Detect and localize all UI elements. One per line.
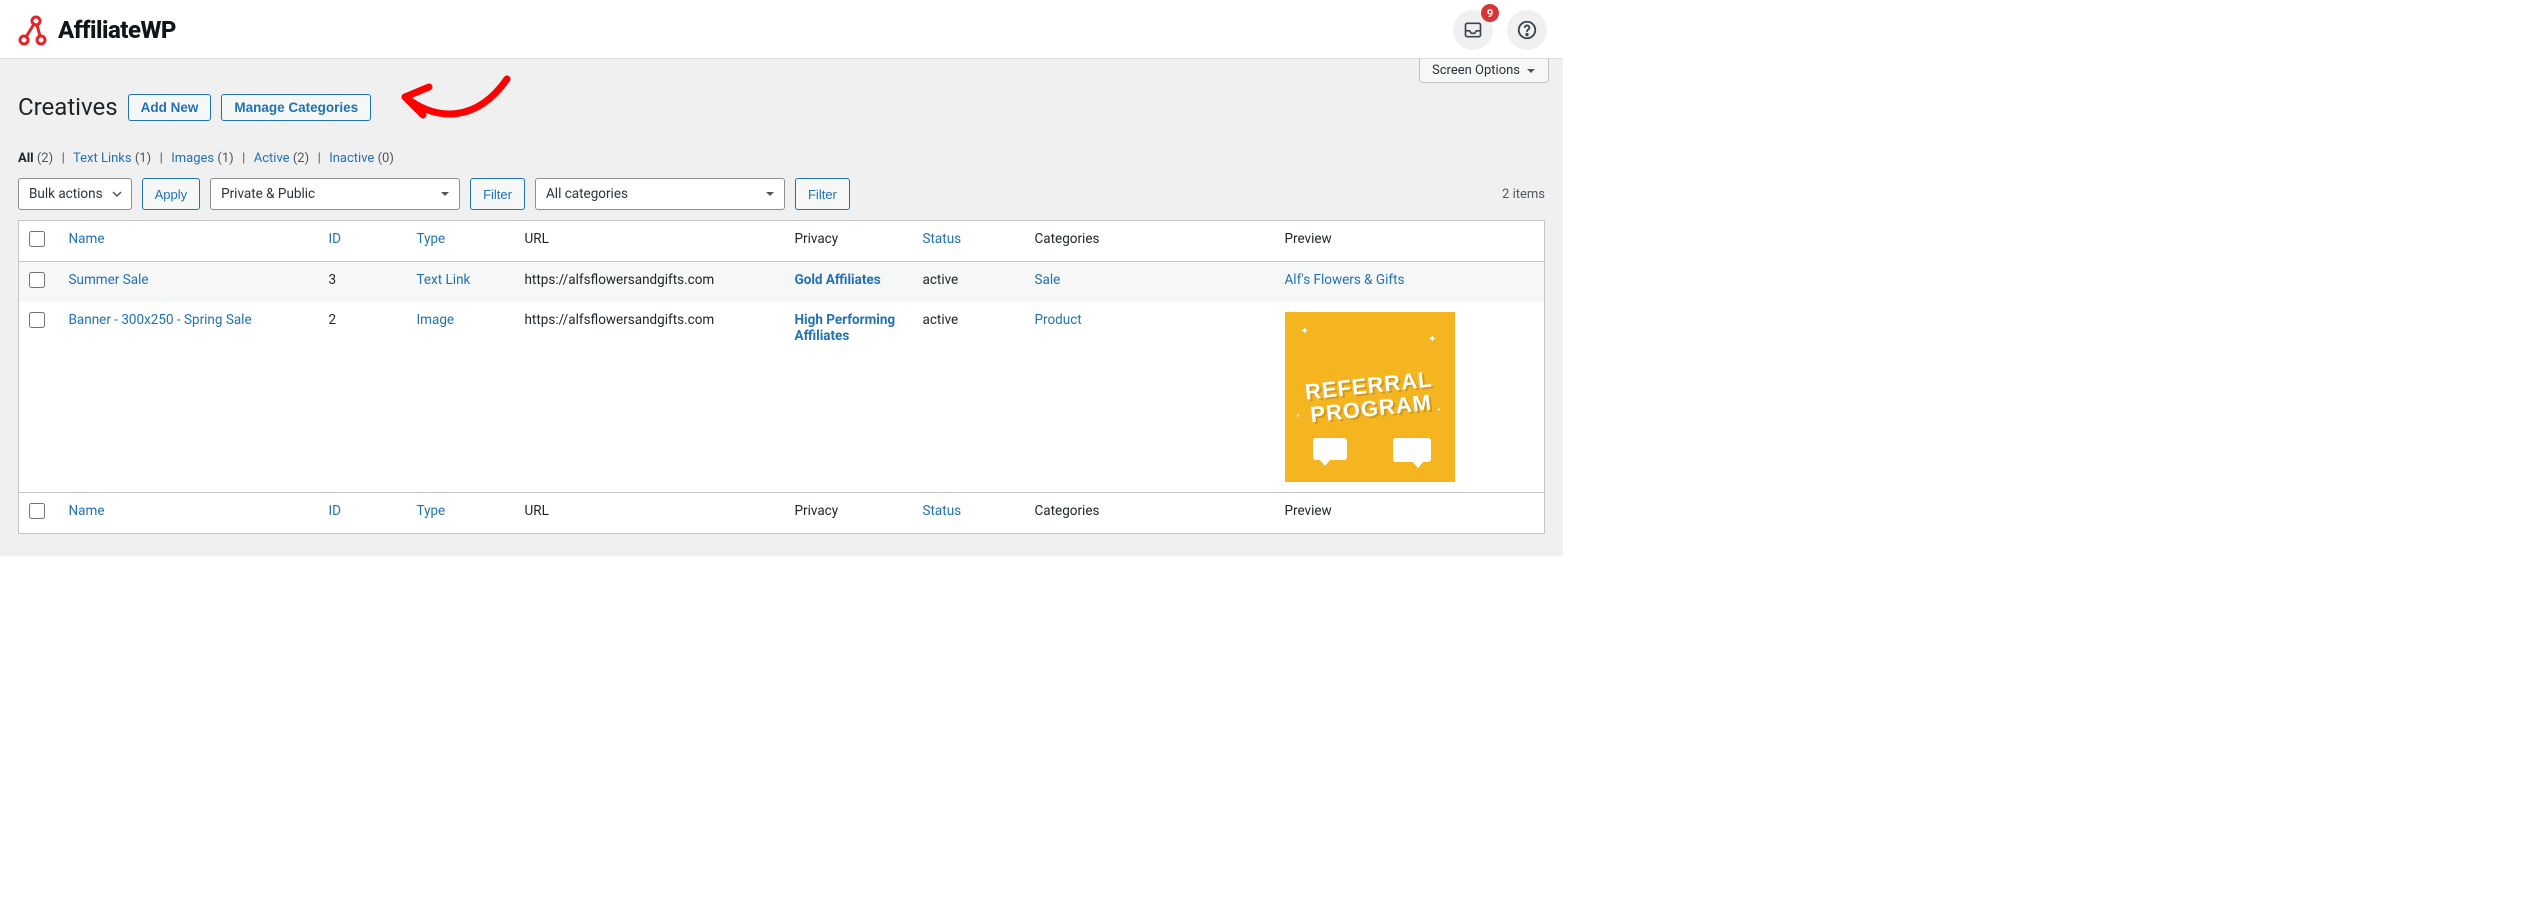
page-heading: Creatives Add New Manage Categories bbox=[18, 59, 1545, 137]
status-filters: All (2) | Text Links (1) | Images (1) | … bbox=[18, 151, 1545, 166]
filter-images[interactable]: Images bbox=[171, 151, 214, 166]
col-id-sort[interactable]: ID bbox=[329, 503, 342, 519]
bulk-actions-value: Bulk actions bbox=[29, 186, 103, 202]
privacy-filter-button[interactable]: Filter bbox=[470, 178, 525, 210]
col-preview: Preview bbox=[1275, 221, 1545, 262]
col-url: URL bbox=[515, 221, 785, 262]
content-area: Screen Options Creatives Add New Manage … bbox=[0, 58, 1563, 556]
creative-type-link[interactable]: Text Link bbox=[417, 272, 471, 288]
creative-url: https://alfsflowersandgifts.com bbox=[515, 262, 785, 303]
filter-text-links-count: (1) bbox=[135, 151, 151, 166]
table-filters: Bulk actions Apply Private & Public Filt… bbox=[18, 178, 1545, 210]
select-all-checkbox[interactable] bbox=[29, 231, 45, 247]
row-checkbox[interactable] bbox=[29, 312, 45, 328]
manage-categories-button[interactable]: Manage Categories bbox=[221, 94, 371, 121]
col-privacy: Privacy bbox=[785, 221, 913, 262]
items-count: 2 items bbox=[1502, 187, 1545, 202]
col-name-sort[interactable]: Name bbox=[69, 503, 105, 519]
col-preview: Preview bbox=[1275, 493, 1545, 534]
brand-name: AffiliateWP bbox=[58, 16, 176, 44]
creative-name-link[interactable]: Banner - 300x250 - Spring Sale bbox=[69, 312, 252, 328]
creative-preview-image[interactable]: ✦ ✦ • • REFERRALPROGRAM bbox=[1285, 312, 1455, 482]
apply-button[interactable]: Apply bbox=[142, 178, 201, 210]
speech-bubble-icon bbox=[1313, 438, 1347, 460]
chevron-down-icon bbox=[1526, 66, 1536, 76]
filter-active[interactable]: Active bbox=[254, 151, 290, 166]
inbox-button[interactable]: 9 bbox=[1453, 10, 1493, 50]
creative-url: https://alfsflowersandgifts.com bbox=[515, 302, 785, 493]
categories-select-value: All categories bbox=[546, 186, 628, 202]
chevron-down-icon bbox=[111, 188, 123, 200]
filter-images-count: (1) bbox=[217, 151, 233, 166]
col-status-sort[interactable]: Status bbox=[923, 503, 962, 519]
notification-badge: 9 bbox=[1481, 4, 1499, 22]
privacy-select[interactable]: Private & Public bbox=[210, 178, 460, 210]
creative-status: active bbox=[913, 302, 1025, 493]
col-url: URL bbox=[515, 493, 785, 534]
creative-preview-link[interactable]: Alf's Flowers & Gifts bbox=[1285, 272, 1405, 288]
creative-name-link[interactable]: Summer Sale bbox=[69, 272, 149, 288]
creative-privacy-link[interactable]: High Performing Affiliates bbox=[795, 312, 896, 344]
creative-status: active bbox=[913, 262, 1025, 303]
annotation-arrow-icon bbox=[387, 67, 517, 137]
add-new-button[interactable]: Add New bbox=[128, 94, 212, 121]
bulk-actions-select[interactable]: Bulk actions bbox=[18, 178, 132, 210]
brand-logo-icon bbox=[16, 14, 48, 46]
help-button[interactable] bbox=[1507, 10, 1547, 50]
filter-text-links[interactable]: Text Links bbox=[73, 151, 132, 166]
page-title: Creatives bbox=[18, 93, 118, 121]
filter-inactive-count: (0) bbox=[378, 151, 394, 166]
categories-select[interactable]: All categories bbox=[535, 178, 785, 210]
table-header-row: Name ID Type URL Privacy Status Categori… bbox=[19, 221, 1545, 262]
screen-options-label: Screen Options bbox=[1432, 63, 1520, 78]
brand: AffiliateWP bbox=[16, 14, 176, 46]
col-name-sort[interactable]: Name bbox=[69, 231, 105, 247]
creative-category-link[interactable]: Product bbox=[1035, 312, 1082, 328]
topbar-actions: 9 bbox=[1453, 10, 1547, 50]
chevron-down-icon bbox=[764, 188, 776, 200]
creative-type-link[interactable]: Image bbox=[417, 312, 455, 328]
col-type-sort[interactable]: Type bbox=[417, 231, 446, 247]
filter-active-count: (2) bbox=[293, 151, 309, 166]
col-categories: Categories bbox=[1025, 221, 1275, 262]
col-categories: Categories bbox=[1025, 493, 1275, 534]
creative-id: 2 bbox=[319, 302, 407, 493]
table-row: Summer Sale 3 Text Link https://alfsflow… bbox=[19, 262, 1545, 303]
top-bar: AffiliateWP 9 bbox=[0, 0, 1563, 58]
creative-category-link[interactable]: Sale bbox=[1035, 272, 1061, 288]
chevron-down-icon bbox=[439, 188, 451, 200]
table-footer-row: Name ID Type URL Privacy Status Categori… bbox=[19, 493, 1545, 534]
filter-inactive[interactable]: Inactive bbox=[329, 151, 374, 166]
col-status-sort[interactable]: Status bbox=[923, 231, 962, 247]
help-icon bbox=[1516, 19, 1538, 41]
preview-image-text: REFERRALPROGRAM bbox=[1304, 367, 1436, 426]
table-row: Banner - 300x250 - Spring Sale 2 Image h… bbox=[19, 302, 1545, 493]
col-type-sort[interactable]: Type bbox=[417, 503, 446, 519]
creative-id: 3 bbox=[319, 262, 407, 303]
col-privacy: Privacy bbox=[785, 493, 913, 534]
col-id-sort[interactable]: ID bbox=[329, 231, 342, 247]
filter-all[interactable]: All bbox=[18, 151, 34, 166]
select-all-checkbox-footer[interactable] bbox=[29, 503, 45, 519]
inbox-icon bbox=[1463, 20, 1483, 40]
creative-privacy-link[interactable]: Gold Affiliates bbox=[795, 272, 881, 288]
speech-bubble-icon bbox=[1393, 438, 1431, 462]
privacy-select-value: Private & Public bbox=[221, 186, 315, 202]
row-checkbox[interactable] bbox=[29, 272, 45, 288]
creatives-table: Name ID Type URL Privacy Status Categori… bbox=[18, 220, 1545, 534]
screen-options-toggle[interactable]: Screen Options bbox=[1419, 59, 1549, 83]
categories-filter-button[interactable]: Filter bbox=[795, 178, 850, 210]
filter-all-count: (2) bbox=[37, 151, 53, 166]
